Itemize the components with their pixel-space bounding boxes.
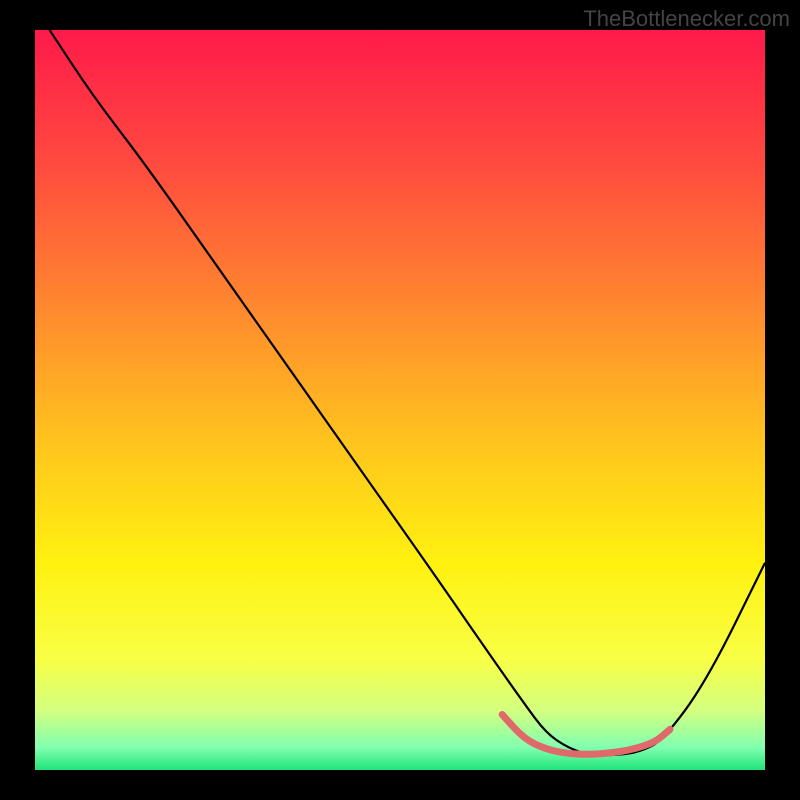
- watermark-text: TheBottlenecker.com: [583, 6, 790, 32]
- chart-svg: [35, 30, 765, 770]
- chart-plot-area: [35, 30, 765, 770]
- chart-background-gradient: [35, 30, 765, 770]
